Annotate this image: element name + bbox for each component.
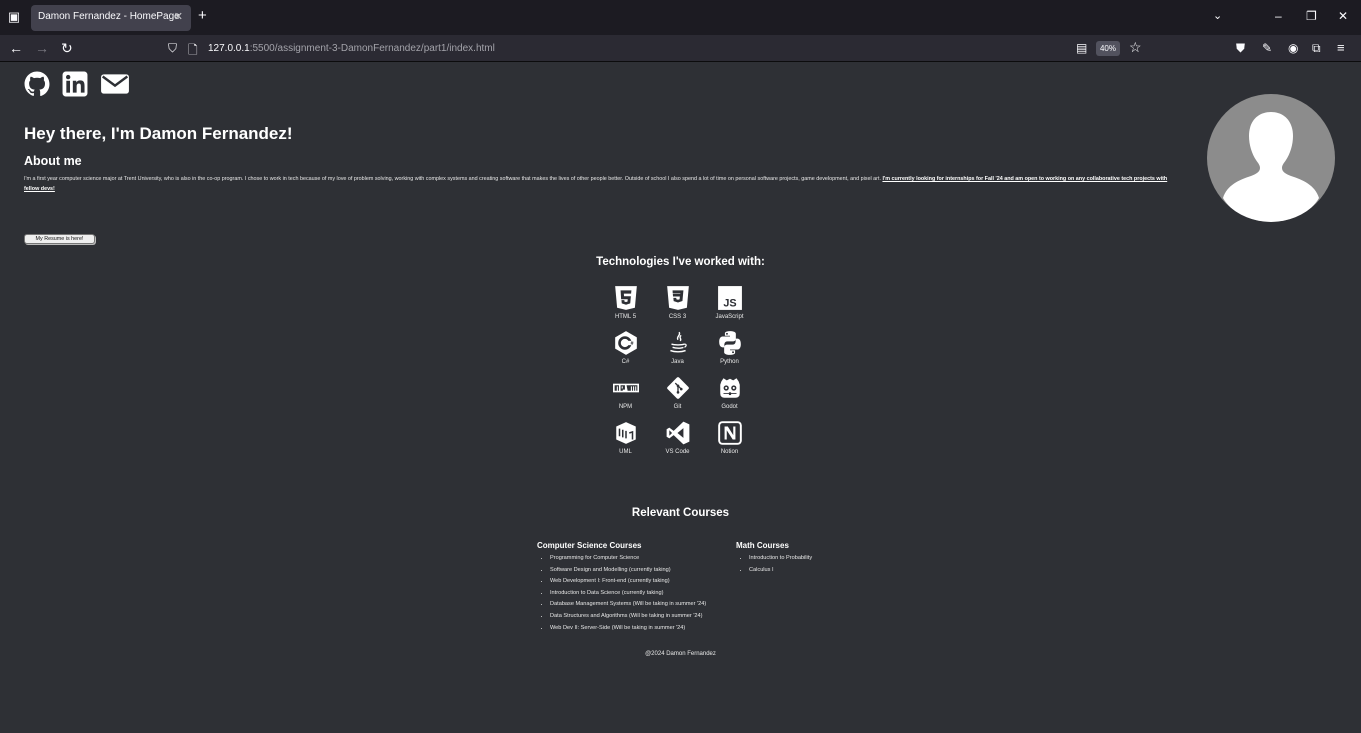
close-tab-icon[interactable]: ✕ <box>174 10 183 23</box>
menu-icon[interactable]: ≡ <box>1337 40 1345 56</box>
restore-icon[interactable]: ❐ <box>1306 9 1317 23</box>
tech-label: JavaScript <box>715 314 744 320</box>
chevron-down-icon[interactable]: ⌄ <box>1213 9 1222 22</box>
browser-nav-bar: ← → ↻ ⛉ 🗋 127.0.0.1:5500/assignment-3-Da… <box>0 35 1361 62</box>
java-icon <box>669 331 687 353</box>
github-icon[interactable] <box>24 71 50 97</box>
account-icon[interactable]: ◉ <box>1288 40 1298 56</box>
tech-item-css3: CSS 3 <box>655 285 700 327</box>
math-courses-heading: Math Courses <box>736 541 789 550</box>
tech-label: Java <box>671 359 684 365</box>
course-item: Calculus I <box>749 565 886 577</box>
about-text: I'm a first year computer science major … <box>24 176 883 182</box>
tech-label: VS Code <box>665 449 690 455</box>
vscode-icon <box>666 421 689 445</box>
notion-icon <box>717 421 742 445</box>
shield-icon[interactable]: ⛉ <box>168 41 177 56</box>
pocket-icon[interactable]: ⛊ <box>1236 40 1245 56</box>
svg-text:#: # <box>630 341 633 347</box>
tech-label: Notion <box>720 449 739 455</box>
page-content: Hey there, I'm Damon Fernandez! About me… <box>0 63 1361 733</box>
csharp-icon: # <box>614 331 637 355</box>
tech-label: CSS 3 <box>668 314 687 320</box>
html5-icon <box>614 286 637 310</box>
git-icon <box>666 377 689 399</box>
math-course-list: Introduction to Probability Calculus I <box>736 553 886 576</box>
back-icon[interactable]: ← <box>9 40 23 56</box>
browser-tab-bar: ▣ Damon Fernandez - HomePage ✕ + ⌄ – ❐ ✕ <box>0 0 1361 35</box>
cs-courses-heading: Computer Science Courses <box>537 541 642 550</box>
tech-item-csharp: # C# <box>603 330 648 372</box>
tech-item-npm: NPM <box>603 375 648 417</box>
tech-label: Godot <box>721 404 738 410</box>
technologies-heading: Technologies I've worked with: <box>596 256 765 268</box>
svg-text:JS: JS <box>723 298 736 310</box>
course-item: Web Dev II: Server-Side (Will be taking … <box>550 623 737 635</box>
godot-icon <box>719 378 740 398</box>
css3-icon <box>666 286 689 310</box>
profile-silhouette-icon <box>1223 112 1319 222</box>
zoom-level-badge[interactable]: 40% <box>1096 41 1120 56</box>
tech-item-uml: UML <box>603 420 648 462</box>
url-path: :5500/assignment-3-DamonFernandez/part1/… <box>249 43 495 54</box>
courses-heading: Relevant Courses <box>631 507 730 519</box>
tech-item-java: Java <box>655 330 700 372</box>
tech-item-git: Git <box>655 375 700 417</box>
new-tab-button[interactable]: + <box>198 8 207 24</box>
footer-copyright: @2024 Damon Fernandez <box>645 651 716 657</box>
course-item: Programming for Computer Science <box>550 553 737 565</box>
course-item: Introduction to Probability <box>749 553 886 565</box>
tech-item-python: Python <box>707 330 752 372</box>
wrench-icon[interactable]: ✎ <box>1262 40 1272 56</box>
tech-item-html5: HTML 5 <box>603 285 648 327</box>
avatar <box>1207 94 1335 222</box>
tech-label: Python <box>720 359 739 365</box>
url-host: 127.0.0.1 <box>208 43 250 54</box>
reload-icon[interactable]: ↻ <box>61 40 73 56</box>
about-paragraph: I'm a first year computer science major … <box>24 174 1174 194</box>
address-bar[interactable]: ⛉ 🗋 127.0.0.1:5500/assignment-3-DamonFer… <box>160 38 1150 59</box>
course-item: Web Development I: Front-end (currently … <box>550 576 737 588</box>
tech-label: HTML 5 <box>614 314 637 320</box>
tech-label: C# <box>621 359 630 365</box>
cs-course-list: Programming for Computer Science Softwar… <box>537 553 737 634</box>
window-close-icon[interactable]: ✕ <box>1338 9 1348 23</box>
tech-item-vscode: VS Code <box>655 420 700 462</box>
tech-label: NPM <box>618 404 633 410</box>
extensions-icon[interactable]: ⧉ <box>1312 40 1321 56</box>
npm-icon <box>612 383 639 393</box>
javascript-icon: JS <box>717 286 742 310</box>
url-text[interactable]: 127.0.0.1:5500/assignment-3-DamonFernand… <box>208 43 495 54</box>
tech-item-notion: Notion <box>707 420 752 462</box>
about-heading: About me <box>24 154 82 168</box>
tech-item-javascript: JS JavaScript <box>707 285 752 327</box>
tab-list-icon[interactable]: ▣ <box>6 9 22 25</box>
linkedin-icon[interactable] <box>62 71 88 97</box>
math-courses-column: Math Courses Introduction to Probability… <box>736 541 886 576</box>
reader-view-icon[interactable]: ▤ <box>1076 41 1087 55</box>
envelope-icon[interactable] <box>100 71 130 97</box>
bookmark-star-icon[interactable]: ☆ <box>1129 39 1142 56</box>
hero-title: Hey there, I'm Damon Fernandez! <box>24 124 293 143</box>
resume-button[interactable]: My Resume is here! <box>24 234 95 244</box>
course-item: Data Structures and Algorithms (Will be … <box>550 611 737 623</box>
tech-label: UML <box>619 449 632 455</box>
cs-courses-column: Computer Science Courses Programming for… <box>537 541 737 634</box>
uml-icon <box>615 422 636 444</box>
python-icon <box>718 331 741 355</box>
tech-item-godot: Godot <box>707 375 752 417</box>
browser-tab-active[interactable]: Damon Fernandez - HomePage ✕ <box>31 5 191 31</box>
tab-title: Damon Fernandez - HomePage <box>38 11 180 22</box>
forward-icon[interactable]: → <box>35 40 49 56</box>
page-icon[interactable]: 🗋 <box>188 41 198 62</box>
course-item: Database Management Systems (Will be tak… <box>550 599 737 611</box>
course-item: Software Design and Modelling (currently… <box>550 565 737 577</box>
course-item: Introduction to Data Science (currently … <box>550 588 737 600</box>
tech-label: Git <box>673 404 682 410</box>
minimize-icon[interactable]: – <box>1275 9 1282 23</box>
